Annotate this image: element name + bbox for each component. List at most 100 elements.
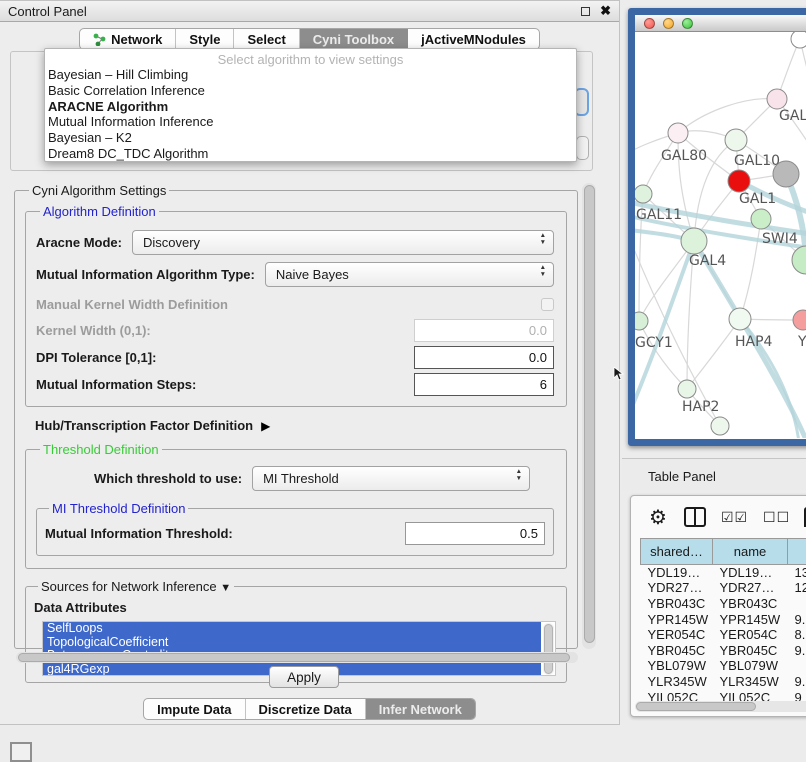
table-column-header[interactable]: shared… xyxy=(641,539,713,565)
table-cell: YBL079W xyxy=(713,658,788,674)
mi-threshold-group-title: MI Threshold Definition xyxy=(49,501,188,516)
network-node[interactable] xyxy=(725,129,747,151)
mi-threshold-input[interactable]: 0.5 xyxy=(405,522,545,545)
dropdown-item[interactable]: Dream8 DC_TDC Algorithm xyxy=(45,146,576,162)
which-threshold-select[interactable]: MI Threshold ▲▼ xyxy=(252,466,530,491)
table-horizontal-scrollbar[interactable] xyxy=(635,701,806,712)
hidden-combo-fragment xyxy=(576,136,589,160)
table-row[interactable]: YLR345WYLR345W9. xyxy=(641,674,806,690)
network-node[interactable] xyxy=(751,209,771,229)
close-icon[interactable]: ✖ xyxy=(600,3,611,19)
tab-jactivemnodules[interactable]: jActiveMNodules xyxy=(408,29,539,49)
which-threshold-label: Which threshold to use: xyxy=(94,471,242,486)
mouse-cursor xyxy=(613,367,625,381)
network-edge[interactable] xyxy=(678,99,777,133)
dpi-tolerance-input[interactable]: 0.0 xyxy=(414,346,554,369)
network-edge[interactable] xyxy=(740,219,761,319)
table-row[interactable]: YPR145WYPR145W9. xyxy=(641,611,806,627)
table-row[interactable]: YBL079WYBL079W xyxy=(641,658,806,674)
network-node[interactable] xyxy=(681,228,707,254)
apply-button[interactable]: Apply xyxy=(269,666,339,688)
table-cell: 13 xyxy=(788,565,806,581)
table-column-header[interactable]: name xyxy=(713,539,788,565)
sources-title[interactable]: Sources for Network Inference ▼ xyxy=(38,579,234,594)
aracne-mode-select[interactable]: Discovery ▲▼ xyxy=(132,230,554,255)
kernel-width-label: Kernel Width (0,1): xyxy=(36,323,151,338)
network-window-titlebar xyxy=(635,15,806,32)
tab-style[interactable]: Style xyxy=(176,29,234,49)
close-traffic-icon[interactable] xyxy=(644,18,655,29)
manual-kernel-label: Manual Kernel Width Definition xyxy=(36,297,228,312)
settings-horizontal-scrollbar[interactable] xyxy=(16,652,578,663)
network-node[interactable] xyxy=(668,123,688,143)
mi-steps-input[interactable]: 6 xyxy=(414,373,554,396)
network-node-label: GAL4 xyxy=(689,253,726,269)
dropdown-item[interactable]: Bayesian – Hill Climbing xyxy=(45,67,576,83)
table-cell: 9. xyxy=(788,642,806,658)
mi-type-select[interactable]: Naive Bayes ▲▼ xyxy=(265,262,554,287)
hub-definition-expander[interactable]: Hub/Transcription Factor Definition ▶ xyxy=(35,418,567,433)
network-canvas[interactable]: GALGAL80GAL10GAL1GAL11SWI4GAL4GCY1HAP4YH… xyxy=(635,32,806,438)
network-node[interactable] xyxy=(767,89,787,109)
tab-discretize-data[interactable]: Discretize Data xyxy=(246,699,366,719)
table-row[interactable]: YBR045CYBR045C9. xyxy=(641,642,806,658)
tab-select[interactable]: Select xyxy=(234,29,299,49)
dropdown-item[interactable]: Mutual Information Inference xyxy=(45,114,576,130)
network-node[interactable] xyxy=(635,185,652,203)
tab-network[interactable]: Network xyxy=(80,29,176,49)
table-cell: YDL19… xyxy=(641,565,713,581)
kernel-width-value: 0.0 xyxy=(529,323,547,338)
tab-infer-network[interactable]: Infer Network xyxy=(366,699,475,719)
deselect-all-checkboxes-icon[interactable]: ☐☐ xyxy=(763,509,790,526)
dropdown-item[interactable]: Bayesian – K2 xyxy=(45,130,576,146)
tab-label: Infer Network xyxy=(379,702,462,717)
network-node[interactable] xyxy=(711,417,729,435)
table-row[interactable]: YDR27…YDR27…12 xyxy=(641,580,806,596)
network-node[interactable] xyxy=(793,310,806,330)
collapsed-panel-icon[interactable] xyxy=(10,742,32,762)
tab-label: Style xyxy=(189,32,220,47)
mi-threshold-value: 0.5 xyxy=(520,526,538,541)
list-scrollbar[interactable] xyxy=(543,623,554,675)
zoom-traffic-icon[interactable] xyxy=(682,18,693,29)
manual-kernel-checkbox[interactable] xyxy=(541,298,554,311)
data-attributes-label: Data Attributes xyxy=(34,600,556,615)
settings-vertical-scrollbar[interactable] xyxy=(582,183,596,649)
tab-label: jActiveMNodules xyxy=(421,32,526,47)
dropdown-item[interactable]: Basic Correlation Inference xyxy=(45,83,576,99)
network-node[interactable] xyxy=(728,170,750,192)
network-node[interactable] xyxy=(791,32,806,48)
float-icon[interactable] xyxy=(581,7,590,16)
kernel-width-input[interactable]: 0.0 xyxy=(414,319,554,342)
hub-definition-label: Hub/Transcription Factor Definition xyxy=(35,418,253,433)
algorithm-dropdown-popup: Select algorithm to view settings Bayesi… xyxy=(44,48,577,162)
minimize-traffic-icon[interactable] xyxy=(663,18,674,29)
table-panel-titlebar: Table Panel xyxy=(622,458,806,490)
table-row[interactable]: YDL19…YDL19…13 xyxy=(641,565,806,581)
table-column-header[interactable]: A xyxy=(788,539,806,565)
network-node[interactable] xyxy=(729,308,751,330)
table-cell: YBL079W xyxy=(641,658,713,674)
attribute-list-item[interactable]: SelfLoops xyxy=(43,622,541,636)
select-all-checkboxes-icon[interactable]: ☑☑ xyxy=(721,509,748,526)
aracne-mode-value: Discovery xyxy=(143,235,200,250)
table-cell: 12 xyxy=(788,580,806,596)
table-row[interactable]: YBR043CYBR043C xyxy=(641,596,806,612)
network-node[interactable] xyxy=(773,161,799,187)
tab-impute-data[interactable]: Impute Data xyxy=(144,699,245,719)
table-cell: YER054C xyxy=(641,627,713,643)
network-view-window[interactable]: GALGAL80GAL10GAL1GAL11SWI4GAL4GCY1HAP4YH… xyxy=(628,8,806,446)
network-node[interactable] xyxy=(678,380,696,398)
table-cell: YER054C xyxy=(713,627,788,643)
table-row[interactable]: YER054CYER054C8. xyxy=(641,627,806,643)
tab-cyni-toolbox[interactable]: Cyni Toolbox xyxy=(300,29,408,49)
split-pane-icon[interactable] xyxy=(684,507,706,527)
stepper-arrows-icon: ▲▼ xyxy=(516,469,522,482)
network-node[interactable] xyxy=(635,312,648,330)
gear-icon[interactable]: ⚙ xyxy=(649,505,667,530)
tab-label: Discretize Data xyxy=(259,702,352,717)
attribute-list-item[interactable]: TopologicalCoefficient xyxy=(43,636,541,650)
dropdown-item[interactable]: ARACNE Algorithm xyxy=(45,99,576,115)
chevron-right-icon: ▶ xyxy=(261,419,270,433)
network-node-label: GAL xyxy=(779,108,806,124)
